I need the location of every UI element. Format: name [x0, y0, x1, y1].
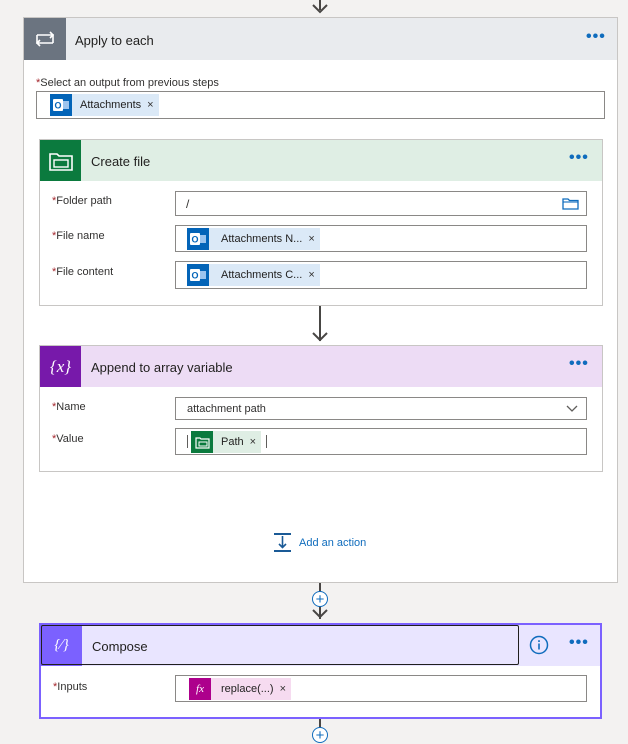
attachments-content-token[interactable]: O Attachments C... × — [187, 264, 320, 286]
add-action-icon — [274, 533, 291, 552]
variable-icon-glyph: {x} — [49, 356, 72, 376]
compose-more-button[interactable]: ••• — [569, 634, 589, 652]
file-content-input[interactable]: O Attachments C... × — [175, 261, 587, 289]
attachments-content-token-label: Attachments C... — [221, 269, 303, 281]
sharepoint-folder-icon — [40, 140, 81, 181]
expression-icon-glyph: fx — [196, 683, 204, 695]
expression-icon: fx — [189, 678, 211, 700]
apply-to-each-scope: Apply to each ••• *Select an output from… — [23, 17, 618, 583]
insert-step-button[interactable]: + — [312, 591, 328, 607]
expression-token-label: replace(...) — [221, 683, 274, 695]
remove-token-icon[interactable]: × — [250, 436, 261, 448]
variable-name-dropdown[interactable]: attachment path — [175, 397, 587, 420]
folder-path-value: / — [186, 197, 190, 211]
append-to-array-title: Append to array variable — [91, 360, 233, 375]
variable-value-input[interactable]: Path × — [175, 428, 587, 455]
add-action-button[interactable]: Add an action — [273, 532, 366, 553]
compose-icon-glyph: {∕} — [54, 637, 69, 653]
apply-to-each-more-button[interactable]: ••• — [586, 28, 606, 46]
compose-card: {∕} Compose ••• *Inputs fx replace(...) … — [39, 623, 602, 719]
folder-path-label: *Folder path — [52, 195, 112, 207]
svg-text:O: O — [191, 235, 198, 245]
path-token-label: Path — [221, 436, 244, 448]
create-file-title: Create file — [91, 154, 151, 169]
append-to-array-card: {x} Append to array variable ••• *Name a… — [39, 345, 603, 472]
text-cursor — [266, 435, 267, 448]
select-output-input[interactable]: O Attachments × — [36, 91, 605, 119]
attachments-token-label: Attachments — [80, 99, 142, 111]
text-cursor — [187, 435, 188, 448]
insert-step-button-bottom[interactable]: + — [312, 727, 328, 743]
svg-text:O: O — [54, 101, 61, 111]
expression-token[interactable]: fx replace(...) × — [189, 678, 292, 700]
file-name-label: *File name — [52, 230, 105, 242]
variable-name-value: attachment path — [187, 403, 266, 415]
outlook-icon: O — [187, 264, 209, 286]
apply-to-each-header[interactable]: Apply to each ••• — [24, 18, 617, 60]
inputs-field[interactable]: fx replace(...) × — [175, 675, 587, 702]
remove-token-icon[interactable]: × — [308, 269, 319, 281]
inner-arrow-icon — [312, 332, 328, 342]
variable-value-label: *Value — [52, 433, 84, 445]
select-output-label: *Select an output from previous steps — [36, 77, 219, 89]
info-icon[interactable] — [529, 635, 549, 655]
compose-icon: {∕} — [41, 625, 82, 666]
outlook-icon: O — [187, 228, 209, 250]
create-file-more-button[interactable]: ••• — [569, 149, 589, 167]
variable-name-label: *Name — [52, 401, 86, 413]
append-to-array-header[interactable]: {x} Append to array variable ••• — [40, 346, 602, 387]
sharepoint-folder-icon — [191, 431, 213, 453]
folder-path-input[interactable]: / — [175, 191, 587, 216]
remove-token-icon[interactable]: × — [147, 99, 158, 111]
remove-token-icon[interactable]: × — [308, 233, 319, 245]
attachments-name-token[interactable]: O Attachments N... × — [187, 228, 320, 250]
create-file-header[interactable]: Create file ••• — [40, 140, 602, 181]
top-arrow-icon — [312, 4, 328, 14]
variable-icon: {x} — [40, 346, 81, 387]
scope-arrow-icon — [312, 609, 328, 619]
apply-to-each-title: Apply to each — [75, 33, 154, 48]
svg-text:O: O — [191, 271, 198, 281]
compose-header[interactable]: {∕} Compose ••• — [41, 625, 600, 666]
folder-picker-icon[interactable] — [562, 197, 579, 210]
file-name-input[interactable]: O Attachments N... × — [175, 225, 587, 252]
inputs-label: *Inputs — [53, 681, 88, 693]
path-token[interactable]: Path × — [191, 431, 262, 453]
add-action-label: Add an action — [299, 536, 367, 549]
create-file-card: Create file ••• *Folder path / *File nam… — [39, 139, 603, 306]
attachments-name-token-label: Attachments N... — [221, 233, 303, 245]
loop-icon — [24, 18, 66, 60]
file-content-label: *File content — [52, 266, 114, 278]
append-to-array-more-button[interactable]: ••• — [569, 355, 589, 373]
attachments-token[interactable]: O Attachments × — [50, 94, 159, 116]
remove-token-icon[interactable]: × — [280, 683, 291, 695]
chevron-down-icon[interactable] — [566, 405, 578, 413]
outlook-icon: O — [50, 94, 72, 116]
compose-title: Compose — [92, 639, 148, 654]
